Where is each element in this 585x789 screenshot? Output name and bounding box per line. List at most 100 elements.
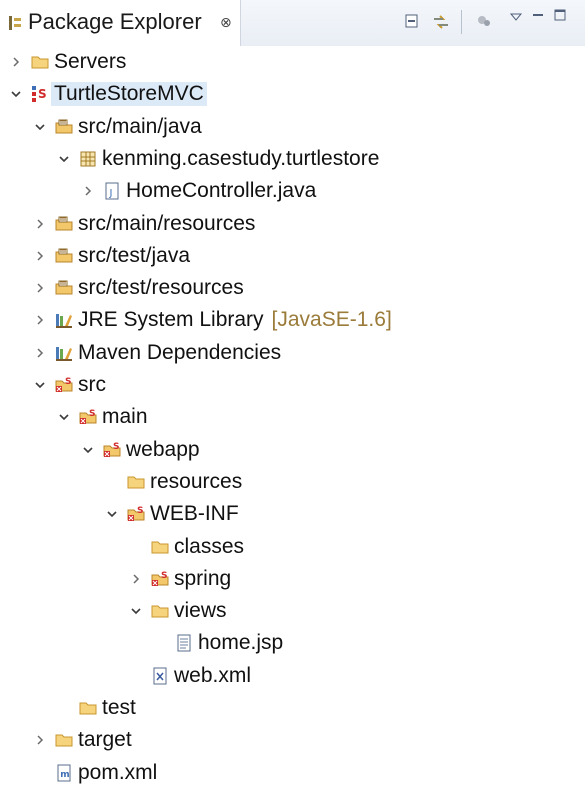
chevron-right-icon[interactable]: [30, 310, 50, 330]
library-icon: [54, 310, 74, 330]
view-toolbar: [241, 0, 585, 46]
tree-item[interactable]: Sspring: [126, 563, 231, 595]
svg-text:m: m: [60, 770, 69, 780]
tree-item-decoration: [JavaSE-1.6]: [272, 308, 392, 332]
svg-text:J: J: [109, 188, 113, 199]
tree-item-label: test: [102, 696, 136, 720]
link-with-editor-icon[interactable]: [431, 12, 451, 32]
view-title: Package Explorer: [28, 9, 202, 35]
tree-item-label: pom.xml: [78, 761, 157, 785]
chevron-right-icon[interactable]: [30, 214, 50, 234]
view-menu-icon[interactable]: [509, 10, 523, 24]
tree-item[interactable]: SWEB-INF: [102, 498, 239, 530]
chevron-down-icon[interactable]: [78, 440, 98, 460]
tree-item[interactable]: src/main/java: [30, 111, 202, 143]
tree-item-label: web.xml: [174, 664, 251, 688]
tree-item-label: Maven Dependencies: [78, 341, 281, 365]
tree-item[interactable]: resources: [102, 466, 242, 498]
chevron-right-icon[interactable]: [126, 569, 146, 589]
collapse-all-icon[interactable]: [403, 12, 421, 30]
error-folder-icon: S: [78, 407, 98, 427]
svg-text:S: S: [137, 506, 143, 516]
chevron-right-icon[interactable]: [78, 181, 98, 201]
chevron-down-icon[interactable]: [102, 504, 122, 524]
error-folder-icon: S: [54, 375, 74, 395]
svg-text:S: S: [161, 571, 167, 581]
tree-item[interactable]: test: [54, 692, 136, 724]
chevron-down-icon[interactable]: [54, 407, 74, 427]
tree-item[interactable]: src/main/resources: [30, 208, 255, 240]
package-explorer-icon: [8, 15, 22, 31]
source-folder-icon: [54, 214, 74, 234]
svg-text:S: S: [89, 409, 95, 419]
maven-pom-icon: m: [54, 763, 74, 783]
chevron-right-icon[interactable]: [6, 52, 26, 72]
maximize-icon[interactable]: [553, 8, 567, 22]
twisty-spacer: [102, 472, 122, 492]
tree-item[interactable]: home.jsp: [150, 627, 283, 659]
chevron-right-icon[interactable]: [30, 246, 50, 266]
tree-item[interactable]: Maven Dependencies: [30, 337, 281, 369]
tree-item-label: src/main/resources: [78, 212, 255, 236]
source-folder-icon: [54, 117, 74, 137]
tree-item-label: src/test/resources: [78, 276, 244, 300]
chevron-down-icon[interactable]: [30, 117, 50, 137]
focus-active-task-icon[interactable]: [475, 12, 493, 30]
chevron-down-icon[interactable]: [126, 601, 146, 621]
tree-item-label: Servers: [54, 50, 126, 74]
svg-text:S: S: [38, 87, 47, 101]
chevron-down-icon[interactable]: [30, 375, 50, 395]
chevron-down-icon[interactable]: [6, 84, 26, 104]
twisty-spacer: [126, 537, 146, 557]
svg-text:S: S: [65, 377, 71, 387]
twisty-spacer: [54, 698, 74, 718]
tree-item-label: JRE System Library: [78, 308, 264, 332]
chevron-right-icon[interactable]: [30, 343, 50, 363]
folder-icon: [30, 52, 50, 72]
tree-item-label: HomeController.java: [126, 179, 316, 203]
tree-item-label: resources: [150, 470, 242, 494]
tree-item[interactable]: src/test/resources: [30, 272, 244, 304]
tree-item-label: TurtleStoreMVC: [51, 82, 207, 106]
error-folder-icon: S: [102, 440, 122, 460]
toolbar-separator: [461, 10, 462, 34]
tree-item[interactable]: S TurtleStoreMVC: [6, 78, 207, 110]
twisty-spacer: [126, 666, 146, 686]
tree-item[interactable]: classes: [126, 531, 244, 563]
error-folder-icon: S: [150, 569, 170, 589]
library-icon: [54, 343, 74, 363]
tree-item[interactable]: Swebapp: [78, 434, 200, 466]
minimize-icon[interactable]: [531, 8, 545, 22]
error-folder-icon: S: [126, 504, 146, 524]
twisty-spacer: [150, 633, 170, 653]
project-tree: Servers S TurtleStoreMVC src/main/javakenmi…: [0, 46, 585, 784]
tree-item[interactable]: target: [30, 724, 132, 756]
folder-icon: [126, 472, 146, 492]
tree-item-label: target: [78, 728, 132, 752]
chevron-down-icon[interactable]: [54, 149, 74, 169]
tree-item-label: classes: [174, 535, 244, 559]
tree-item[interactable]: Ssrc: [30, 369, 106, 401]
chevron-right-icon[interactable]: [30, 730, 50, 750]
tree-item[interactable]: J HomeController.java: [78, 175, 316, 207]
java-file-icon: J: [102, 181, 122, 201]
close-view-icon[interactable]: ⊗: [220, 14, 232, 31]
package-explorer-tab[interactable]: Package Explorer ⊗: [0, 0, 241, 46]
tree-item[interactable]: Smain: [54, 401, 148, 433]
svg-text:S: S: [113, 442, 119, 452]
folder-icon: [150, 601, 170, 621]
maven-project-icon: S: [30, 84, 50, 104]
tree-item[interactable]: Servers: [6, 46, 126, 78]
tree-item[interactable]: kenming.casestudy.turtlestore: [54, 143, 379, 175]
tree-item[interactable]: JRE System Library [JavaSE-1.6]: [30, 304, 392, 336]
tree-item-label: views: [174, 599, 227, 623]
tree-item-label: src/test/java: [78, 244, 190, 268]
tree-item-label: webapp: [126, 438, 200, 462]
tree-item-label: main: [102, 405, 148, 429]
tree-item[interactable]: views: [126, 595, 227, 627]
folder-icon: [78, 698, 98, 718]
twisty-spacer: [30, 763, 50, 783]
chevron-right-icon[interactable]: [30, 278, 50, 298]
tree-item[interactable]: web.xml: [126, 660, 251, 692]
tree-item[interactable]: src/test/java: [30, 240, 190, 272]
